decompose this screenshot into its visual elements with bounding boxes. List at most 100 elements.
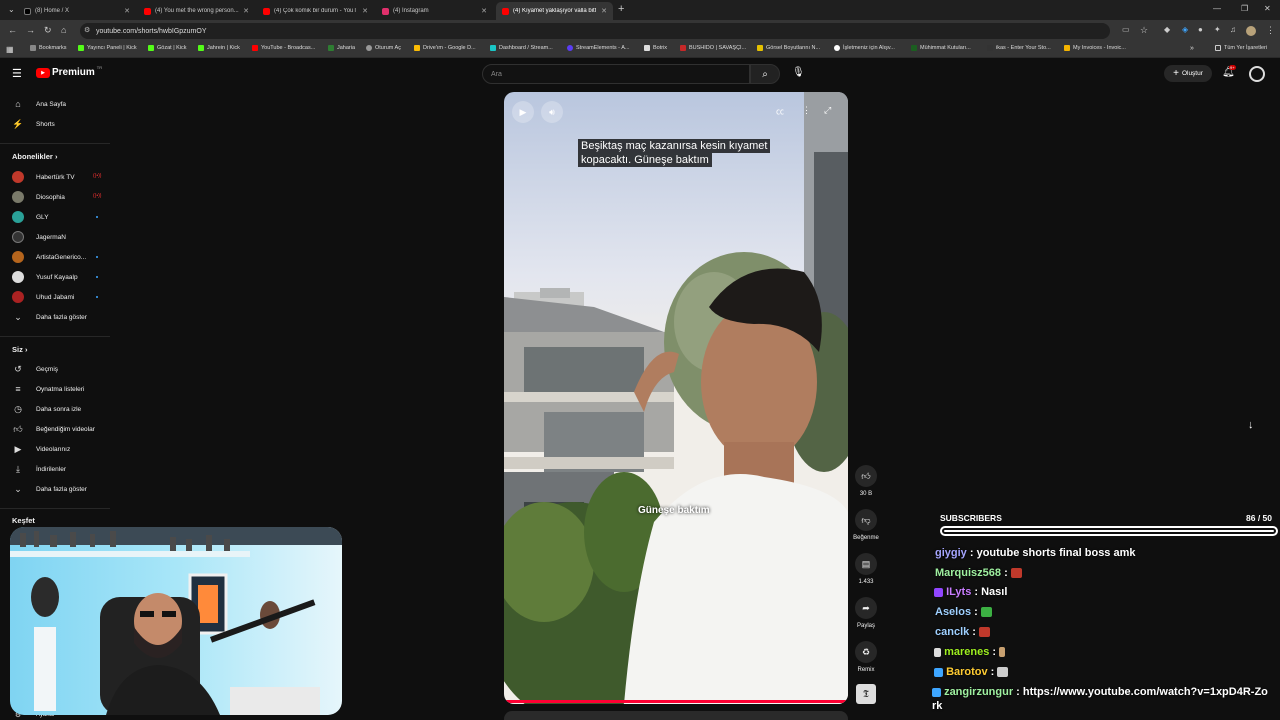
bookmarks-overflow-icon[interactable]: »	[1190, 45, 1194, 52]
subscriptions-heading[interactable]: Abonelikler ›	[12, 152, 57, 161]
bookmark-item[interactable]: Botrix	[644, 45, 667, 51]
close-icon[interactable]: ✕	[362, 7, 368, 15]
bookmark-item[interactable]: İşletmeniz için Alışv...	[834, 45, 895, 51]
bookmark-item[interactable]: Jaharia	[328, 45, 355, 51]
scroll-down-icon[interactable]: ↓	[1248, 419, 1254, 431]
bookmark-item[interactable]: ikas - Enter Your Sto...	[987, 45, 1051, 51]
puzzle-icon[interactable]: ✦	[1214, 25, 1221, 34]
back-icon[interactable]: ←	[8, 25, 17, 35]
install-app-icon[interactable]: ▭	[1122, 25, 1130, 34]
bookmark-item[interactable]: Drive'ım - Google D...	[414, 45, 476, 51]
bookmark-item[interactable]: My Invoices - Invoic...	[1064, 45, 1126, 51]
bookmark-item[interactable]: Dashboard / Stream...	[490, 45, 553, 51]
remix-button[interactable]: ♻	[855, 641, 877, 663]
browser-tab-active[interactable]: (4) Kıyamet yaklaşıyor valla bitt ✕	[496, 2, 613, 20]
subscription-item[interactable]: GLY	[12, 210, 49, 224]
captions-icon[interactable]: ㏄	[776, 106, 784, 117]
play-button[interactable]: ▶	[512, 101, 534, 123]
subscription-item[interactable]: JagermaN	[12, 230, 66, 244]
browser-tab[interactable]: (4) Instagram ✕	[376, 2, 493, 20]
sidebar-item-playlists[interactable]: ≡ Oynatma listeleri	[12, 382, 84, 396]
dislike-action[interactable]: 👎︎ Beğenme	[850, 509, 882, 541]
channel-thumbnail[interactable]: 𝕿	[856, 684, 876, 704]
close-icon[interactable]: ✕	[601, 7, 607, 15]
video-caption-line: Beşiktaş maç kazanırsa kesin kıyamet	[578, 139, 771, 153]
tab-search-icon[interactable]: ⌄	[8, 5, 15, 14]
profile-avatar[interactable]	[1246, 26, 1256, 36]
search-button[interactable]: ⌕	[750, 64, 780, 84]
sidebar-item-downloads[interactable]: ⤓ İndirilenler	[12, 462, 66, 476]
more-icon[interactable]: ⋮	[1266, 25, 1275, 36]
chat-badge	[932, 687, 941, 697]
minimize-icon[interactable]: —	[1213, 4, 1221, 13]
bookmark-item[interactable]: YouTube - Broadcas...	[252, 45, 315, 51]
extension-icon[interactable]: ◈	[1182, 25, 1188, 34]
forward-icon[interactable]: →	[26, 25, 35, 35]
browser-tab[interactable]: (4) You met the wrong person... ✕	[138, 2, 255, 20]
bookmark-item[interactable]: Tüm Yer İşaretleri	[1215, 45, 1267, 51]
browser-tab[interactable]: (4) Çok komik bir durum - YouT ✕	[257, 2, 374, 20]
close-icon[interactable]: ✕	[243, 7, 249, 15]
like-action[interactable]: 👍︎ 30 B	[850, 465, 882, 497]
subscription-item[interactable]: Diosophia	[12, 190, 65, 204]
explore-heading: Keşfet	[12, 516, 35, 525]
more-options-icon[interactable]: ⋮	[802, 105, 811, 116]
bookmark-item[interactable]: StreamElements - A...	[567, 45, 630, 51]
share-button[interactable]: ➦	[855, 597, 877, 619]
account-avatar[interactable]	[1249, 66, 1265, 82]
bookmark-item[interactable]: Yayıncı Paneli | Kick	[78, 45, 137, 51]
new-tab-icon[interactable]: +	[618, 3, 624, 15]
you-heading[interactable]: Siz ›	[12, 345, 27, 354]
browser-tab[interactable]: (8) Home / X ✕	[18, 2, 136, 20]
sidebar-item-show-more[interactable]: ⌄ Daha fazla göster	[12, 482, 87, 496]
media-icon[interactable]: ♫	[1230, 25, 1236, 34]
address-bar[interactable]: ⚙ youtube.com/shorts/hwbIGpzumOY ▭	[80, 23, 1130, 39]
sidebar-item-liked-videos[interactable]: 👍︎ Beğendiğim videolar	[12, 422, 95, 436]
reload-icon[interactable]: ↻	[44, 25, 52, 36]
restore-icon[interactable]: ❐	[1241, 4, 1248, 13]
bookmark-item[interactable]: Bookmarks	[30, 45, 67, 51]
subscription-item[interactable]: Uhud Jabami	[12, 290, 74, 304]
extension-icon[interactable]: ◆	[1164, 25, 1170, 34]
bookmark-item[interactable]: Mühimmat Kutuları...	[911, 45, 971, 51]
show-more-subscriptions[interactable]: ⌄ Daha fazla göster	[12, 310, 87, 324]
close-icon[interactable]: ✕	[124, 7, 130, 15]
close-icon[interactable]: ✕	[481, 7, 487, 15]
create-button[interactable]: + Oluştur	[1164, 65, 1212, 82]
youtube-premium-logo[interactable]: ▶ Premium TR	[36, 65, 102, 78]
bookmark-item[interactable]: Jahrein | Kick	[198, 45, 240, 51]
subscription-item[interactable]: Yusuf Kayaalp	[12, 270, 78, 284]
window-close-icon[interactable]: ✕	[1264, 4, 1271, 13]
like-button[interactable]: 👍︎	[855, 465, 877, 487]
search-input[interactable]: Ara	[482, 64, 750, 84]
shorts-video-player[interactable]: ▶ 🔊︎ ㏄ ⋮ ⤢ Beşiktaş maç kazanırsa kesin …	[504, 92, 848, 704]
bookmark-item[interactable]: Oturum Aç	[366, 45, 401, 51]
comments-button[interactable]: ▤	[855, 553, 877, 575]
bookmark-item[interactable]: Görsel Boyutlarını N...	[757, 45, 820, 51]
extension-icon[interactable]: ●	[1198, 25, 1203, 34]
subscription-item[interactable]: ArtistaGenerico...	[12, 250, 86, 264]
bookmark-item[interactable]: BUSHIDO | SAVAŞÇI...	[680, 45, 746, 51]
volume-button[interactable]: 🔊︎	[541, 101, 563, 123]
sidebar-item-history[interactable]: ↺ Geçmiş	[12, 362, 58, 376]
next-video-preview[interactable]	[504, 711, 848, 720]
subscription-item[interactable]: Habertürk TV	[12, 170, 75, 184]
remix-action[interactable]: ♻ Remix	[850, 641, 882, 673]
microphone-icon[interactable]: 🎙︎	[792, 67, 805, 78]
bookmark-star-icon[interactable]: ☆	[1140, 25, 1148, 36]
sidebar-item-your-videos[interactable]: ▶ Videolarınız	[12, 442, 71, 456]
site-info-icon[interactable]: ⚙	[84, 26, 90, 34]
menu-icon[interactable]: ☰	[12, 67, 22, 80]
apps-icon[interactable]: ▦	[6, 45, 14, 54]
video-progress-bar[interactable]	[504, 700, 848, 703]
fullscreen-icon[interactable]: ⤢	[824, 105, 831, 116]
sidebar-item-watch-later[interactable]: ◷ Daha sonra izle	[12, 402, 81, 416]
chat-message: marenes :	[934, 645, 1274, 659]
comments-action[interactable]: ▤ 1.433	[850, 553, 882, 585]
share-action[interactable]: ➦ Paylaş	[850, 597, 882, 629]
sidebar-item-home[interactable]: ⌂ Ana Sayfa	[12, 97, 66, 111]
sidebar-item-shorts[interactable]: ⚡ Shorts	[12, 117, 54, 131]
dislike-button[interactable]: 👎︎	[855, 509, 877, 531]
home-icon[interactable]: ⌂	[61, 25, 66, 35]
bookmark-item[interactable]: Gözat | Kick	[148, 45, 187, 51]
